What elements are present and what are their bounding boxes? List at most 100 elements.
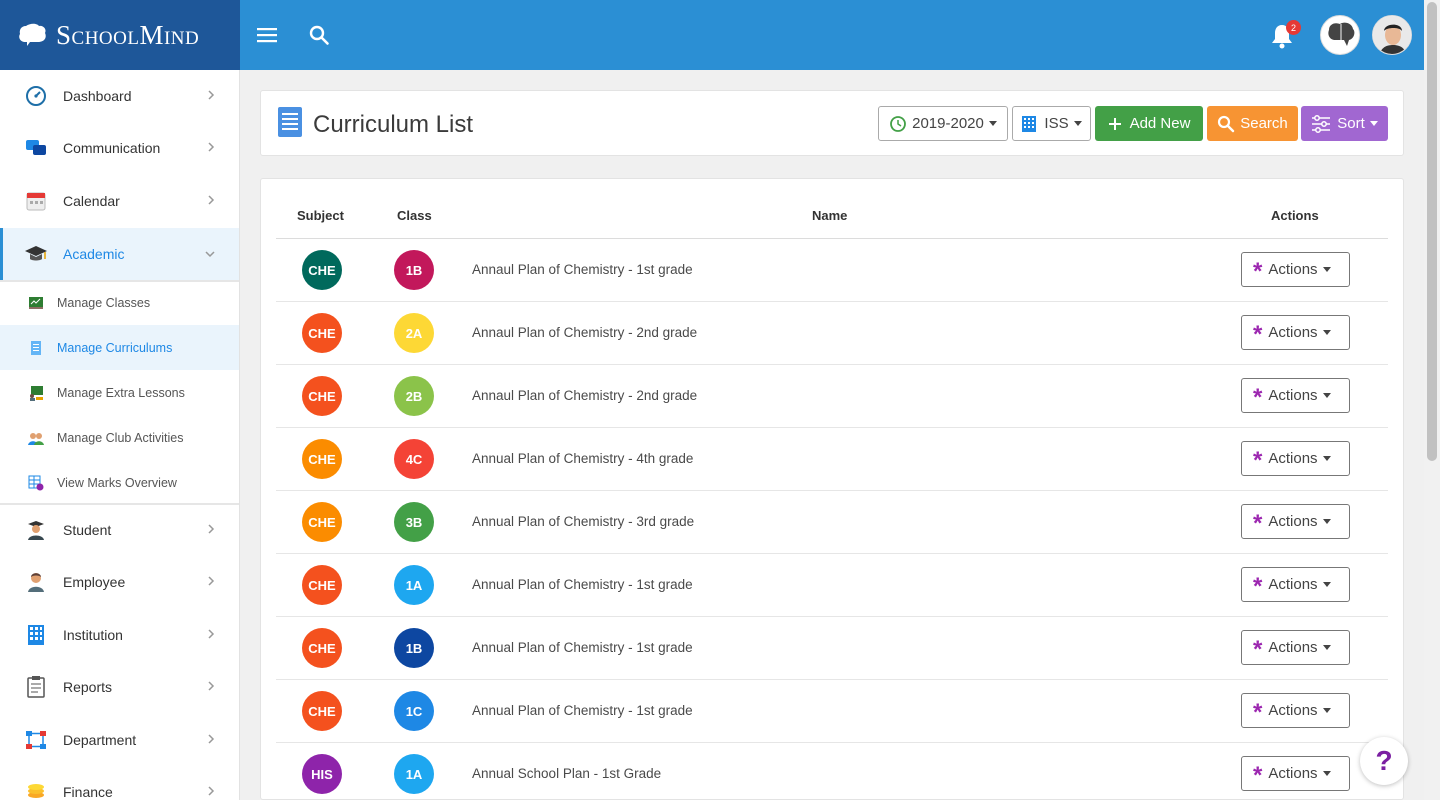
actions-dropdown-button[interactable]: * Actions [1241, 441, 1350, 476]
curriculum-name[interactable]: Annual School Plan - 1st Grade [472, 766, 661, 781]
sidebar-item-department[interactable]: Department [0, 714, 239, 766]
column-header-name[interactable]: Name [812, 208, 847, 223]
actions-label: Actions [1268, 513, 1318, 530]
group-icon [28, 432, 44, 445]
help-button[interactable]: ? [1360, 737, 1408, 785]
chevron-right-icon [208, 576, 215, 586]
graduation-cap-icon [24, 242, 48, 266]
curriculum-name[interactable]: Annual Plan of Chemistry - 4th grade [472, 451, 693, 466]
column-header-class[interactable]: Class [397, 208, 432, 223]
table-row[interactable]: CHE 2A Annaul Plan of Chemistry - 2nd grad… [276, 302, 1388, 365]
actions-dropdown-button[interactable]: * Actions [1241, 315, 1350, 350]
sidebar-item-finance[interactable]: Finance [0, 766, 239, 800]
subject-badge: CHE [302, 376, 342, 416]
add-new-label: Add New [1129, 115, 1191, 132]
sidebar-item-dashboard[interactable]: Dashboard [0, 70, 239, 122]
sidebar-item-academic[interactable]: Academic [0, 228, 239, 280]
sidebar-item-label: Department [63, 732, 137, 748]
sidebar-item-label: Student [63, 522, 112, 538]
sidebar-item-reports[interactable]: Reports [0, 661, 239, 713]
school-avatar[interactable] [1320, 15, 1360, 55]
actions-dropdown-button[interactable]: * Actions [1241, 756, 1350, 791]
curriculum-name[interactable]: Annual Plan of Chemistry - 1st grade [472, 640, 693, 655]
table-row[interactable]: CHE 1B Annaul Plan of Chemistry - 1st grad… [276, 239, 1388, 302]
subject-badge: CHE [302, 313, 342, 353]
year-select[interactable]: 2019-2020 [878, 106, 1008, 141]
sidebar-item-student[interactable]: Student [0, 504, 239, 556]
sort-button[interactable]: Sort [1301, 106, 1388, 141]
table-row[interactable]: CHE 1A Annual Plan of Chemistry - 1st grad… [276, 554, 1388, 617]
scroll-thumb[interactable] [1427, 2, 1437, 461]
sub-item-manage-classes[interactable]: Manage Classes [0, 280, 239, 325]
sub-item-manage-club-activities[interactable]: Manage Club Activities [0, 415, 239, 460]
subject-badge: HIS [302, 754, 342, 794]
sidebar-item-label: Calendar [63, 193, 120, 209]
table-row[interactable]: CHE 1C Annual Plan of Chemistry - 1st grad… [276, 680, 1388, 743]
actions-dropdown-button[interactable]: * Actions [1241, 504, 1350, 539]
school-select-label: ISS [1044, 115, 1069, 132]
sub-item-label: Manage Club Activities [57, 430, 184, 445]
lesson-board-icon [30, 385, 43, 401]
history-clock-icon [890, 115, 907, 132]
actions-label: Actions [1268, 639, 1318, 656]
curriculum-name[interactable]: Annaul Plan of Chemistry - 1st grade [472, 262, 693, 277]
search-label: Search [1240, 115, 1288, 132]
student-icon [24, 518, 48, 542]
sort-label: Sort [1337, 115, 1365, 132]
school-select[interactable]: ISS [1012, 106, 1091, 141]
curriculum-name[interactable]: Annual Plan of Chemistry - 3rd grade [472, 514, 694, 529]
sub-item-manage-curriculums[interactable]: Manage Curriculums [0, 325, 239, 370]
curriculum-name[interactable]: Annaul Plan of Chemistry - 2nd grade [472, 388, 697, 403]
menu-icon[interactable] [256, 24, 278, 46]
curriculum-name[interactable]: Annual Plan of Chemistry - 1st grade [472, 577, 693, 592]
table-row[interactable]: CHE 3B Annual Plan of Chemistry - 3rd grad… [276, 491, 1388, 554]
calendar-icon [24, 189, 48, 213]
caret-down-icon [1322, 267, 1331, 272]
search-icon [1218, 115, 1235, 132]
asterisk-icon: * [1253, 257, 1263, 285]
column-header-subject[interactable]: Subject [297, 208, 344, 223]
table-row[interactable]: CHE 1B Annual Plan of Chemistry - 1st grad… [276, 617, 1388, 680]
table-row[interactable]: CHE 2B Annaul Plan of Chemistry - 2nd grad… [276, 365, 1388, 428]
add-new-button[interactable]: Add New [1095, 106, 1203, 141]
sidebar-item-communication[interactable]: Communication [0, 122, 239, 174]
chevron-right-icon [208, 786, 215, 796]
chevron-right-icon [208, 142, 215, 152]
sidebar-item-institution[interactable]: Institution [0, 609, 239, 661]
caret-down-icon [1073, 121, 1082, 126]
table-row[interactable]: CHE 4C Annual Plan of Chemistry - 4th grad… [276, 428, 1388, 491]
actions-label: Actions [1268, 702, 1318, 719]
subject-badge: CHE [302, 250, 342, 290]
actions-dropdown-button[interactable]: * Actions [1241, 693, 1350, 728]
actions-dropdown-button[interactable]: * Actions [1241, 567, 1350, 602]
subject-badge: CHE [302, 439, 342, 479]
sidebar-item-calendar[interactable]: Calendar [0, 175, 239, 227]
employee-icon [24, 570, 48, 594]
column-header-actions: Actions [1271, 208, 1319, 223]
curriculum-name[interactable]: Annaul Plan of Chemistry - 2nd grade [472, 325, 697, 340]
brand-name: SchoolMind [56, 19, 200, 50]
chalkboard-icon [29, 296, 43, 309]
search-icon[interactable] [308, 24, 330, 46]
user-avatar[interactable] [1372, 15, 1412, 55]
sidebar: Dashboard Communication Calendar Academi… [0, 70, 240, 800]
table-row[interactable]: HIS 1A Annual School Plan - 1st Grade * Acti… [276, 743, 1388, 800]
sub-item-manage-extra-lessons[interactable]: Manage Extra Lessons [0, 370, 239, 415]
sidebar-item-label: Institution [63, 627, 123, 643]
chevron-down-icon [205, 251, 215, 258]
actions-dropdown-button[interactable]: * Actions [1241, 378, 1350, 413]
sidebar-item-label: Dashboard [63, 88, 132, 104]
sidebar-item-employee[interactable]: Employee [0, 556, 239, 608]
brand[interactable]: SchoolMind [0, 0, 240, 70]
building-icon [24, 623, 48, 647]
chevron-right-icon [208, 629, 215, 639]
sub-item-label: Manage Curriculums [57, 340, 173, 355]
subject-badge: CHE [302, 691, 342, 731]
actions-dropdown-button[interactable]: * Actions [1241, 252, 1350, 287]
actions-dropdown-button[interactable]: * Actions [1241, 630, 1350, 665]
sub-item-view-marks-overview[interactable]: View Marks Overview [0, 460, 239, 505]
actions-label: Actions [1268, 450, 1318, 467]
search-button[interactable]: Search [1207, 106, 1298, 141]
class-badge: 1B [394, 250, 434, 290]
curriculum-name[interactable]: Annual Plan of Chemistry - 1st grade [472, 703, 693, 718]
